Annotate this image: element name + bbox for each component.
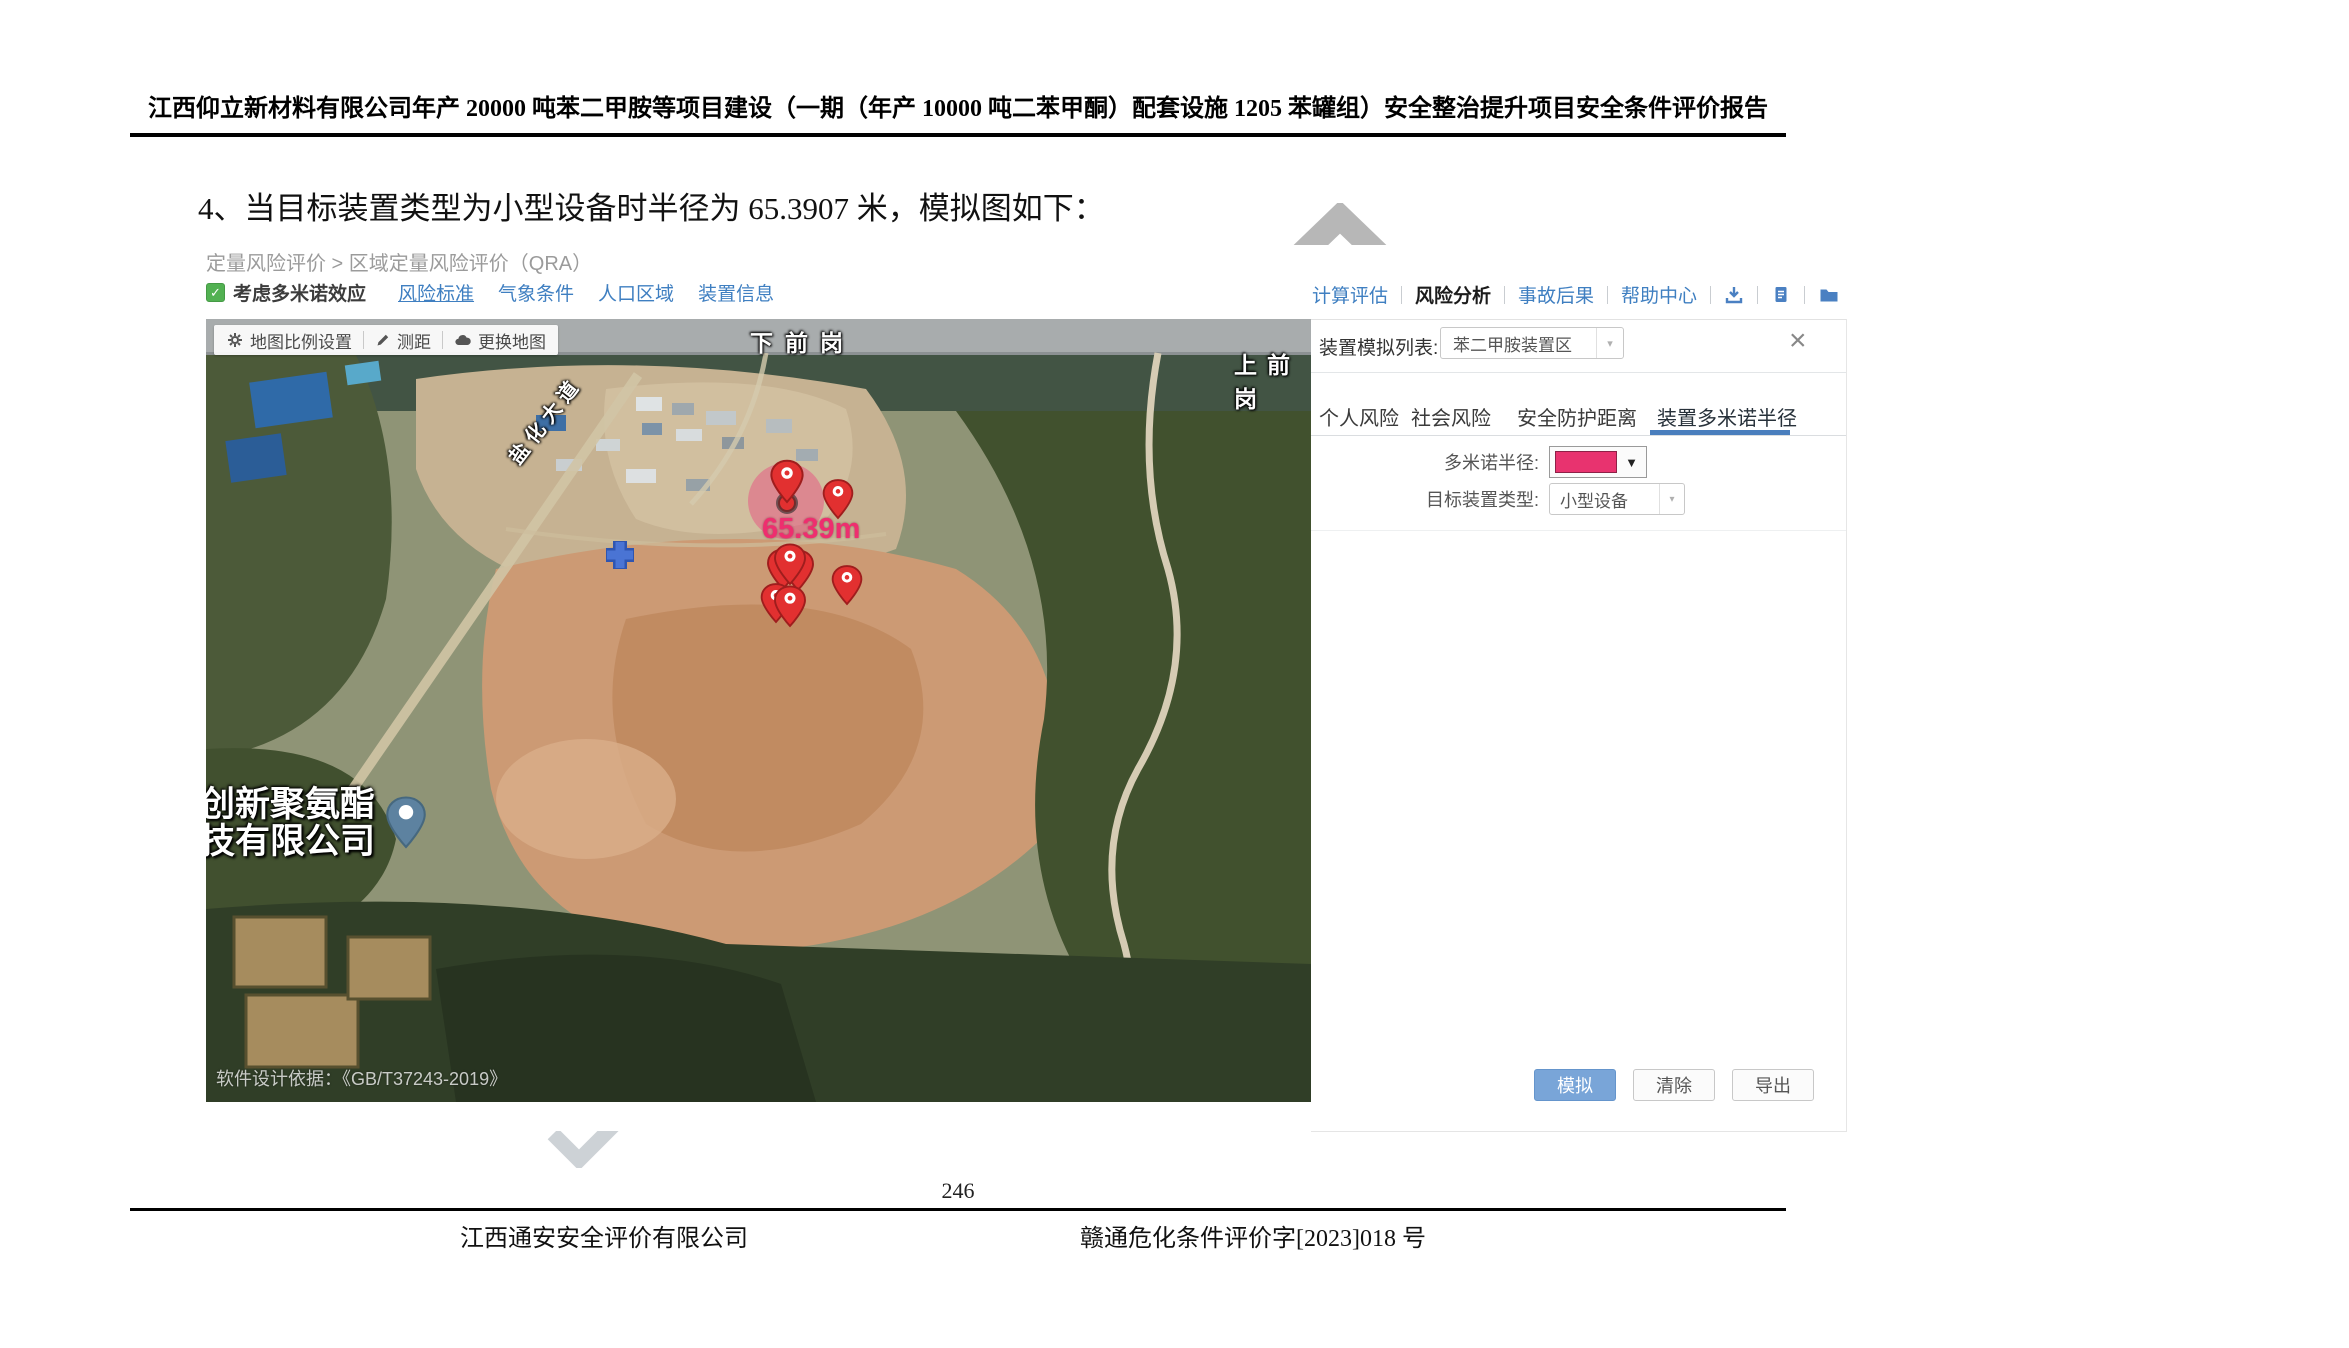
link-population[interactable]: 人口区域 — [598, 279, 674, 306]
domino-radius-value-label: 65.39m — [762, 513, 860, 546]
divider — [1311, 435, 1846, 436]
toolbar-risk-analysis[interactable]: 风险分析 — [1415, 281, 1491, 308]
link-weather[interactable]: 气象条件 — [498, 279, 574, 306]
satellite-imagery — [206, 319, 1311, 1102]
simulation-panel: 装置模拟列表: 苯二甲胺装置区 ▾ × 个人风险 社会风险 安全防护距离 装置多… — [1311, 319, 1847, 1132]
folder-icon[interactable] — [1818, 285, 1840, 305]
app-toolbar: 计算评估 风险分析 事故后果 帮助中心 — [1312, 281, 1840, 308]
clear-button[interactable]: 清除 — [1633, 1069, 1715, 1101]
tab-device-domino-radius[interactable]: 装置多米诺半径 — [1657, 402, 1797, 431]
target-type-select[interactable]: 小型设备 ▾ — [1549, 483, 1685, 515]
separator — [1504, 286, 1505, 304]
separator — [1757, 286, 1758, 304]
active-tab-indicator — [1650, 430, 1790, 435]
chevron-down-icon: ▼ — [1617, 455, 1646, 470]
report-page: 江西仰立新材料有限公司年产 20000 吨苯二甲胺等项目建设（一期（年产 100… — [0, 0, 2349, 1348]
domino-radius-row: 多米诺半径: ▼ — [1311, 446, 1647, 478]
report-header-title: 江西仰立新材料有限公司年产 20000 吨苯二甲胺等项目建设（一期（年产 100… — [130, 88, 1786, 137]
divider — [1311, 372, 1846, 373]
domino-effect-label: 考虑多米诺效应 — [233, 279, 366, 306]
tab-social-risk[interactable]: 社会风险 — [1411, 402, 1491, 431]
toolbar-calc-eval[interactable]: 计算评估 — [1312, 281, 1388, 308]
download-icon[interactable] — [1724, 285, 1744, 305]
link-device-info[interactable]: 装置信息 — [698, 279, 774, 306]
target-type-row: 目标装置类型: 小型设备 ▾ — [1311, 483, 1685, 515]
switch-map-button[interactable]: 更换地图 — [454, 328, 546, 353]
separator — [363, 331, 364, 349]
target-type-label: 目标装置类型: — [1311, 486, 1539, 512]
panel-button-row: 模拟 清除 导出 — [1534, 1069, 1814, 1101]
domino-radius-label: 多米诺半径: — [1311, 449, 1539, 475]
cloud-icon — [454, 333, 472, 347]
device-list-selected-value: 苯二甲胺装置区 — [1441, 331, 1596, 356]
options-row: ✓ 考虑多米诺效应 风险标准 气象条件 人口区域 装置信息 — [206, 279, 774, 306]
qra-app-screenshot: 定量风险评价 > 区域定量风险评价（QRA） ✓ 考虑多米诺效应 风险标准 气象… — [206, 245, 1846, 1131]
map-watermark: 软件设计依据：《GB/T37243-2019》 — [216, 1065, 507, 1091]
map-canvas[interactable]: 地图比例设置 测距 更换地图 下前岗 上前岗 盐化大道 创新聚氨酯 技有限公司 — [206, 319, 1311, 1102]
map-toolbar: 地图比例设置 测距 更换地图 — [214, 325, 558, 355]
domino-effect-checkbox[interactable]: ✓ — [206, 283, 225, 302]
footer-document-number: 赣通危化条件评价字[2023]018 号 — [1080, 1218, 1426, 1253]
divider — [1311, 530, 1846, 531]
simulate-button[interactable]: 模拟 — [1534, 1069, 1616, 1101]
chevron-down-icon[interactable]: ▾ — [1659, 484, 1684, 514]
separator — [1401, 286, 1402, 304]
tab-safety-distance[interactable]: 安全防护距离 — [1517, 402, 1637, 431]
separator — [1804, 286, 1805, 304]
pencil-icon — [375, 332, 391, 348]
toolbar-accident-consequence[interactable]: 事故后果 — [1518, 281, 1594, 308]
footer-company: 江西通安安全评价有限公司 — [460, 1218, 748, 1253]
separator — [1710, 286, 1711, 304]
chevron-down-icon[interactable]: ▾ — [1596, 328, 1623, 358]
document-icon[interactable] — [1771, 285, 1791, 305]
export-button[interactable]: 导出 — [1732, 1069, 1814, 1101]
separator — [1607, 286, 1608, 304]
toolbar-help-center[interactable]: 帮助中心 — [1621, 281, 1697, 308]
page-number: 246 — [130, 1178, 1786, 1204]
target-type-selected-value: 小型设备 — [1550, 487, 1659, 512]
breadcrumb: 定量风险评价 > 区域定量风险评价（QRA） — [206, 247, 592, 276]
pink-color-swatch — [1555, 451, 1617, 473]
radius-color-dropdown[interactable]: ▼ — [1549, 446, 1647, 478]
gear-icon — [226, 331, 244, 349]
company-label: 创新聚氨酯 技有限公司 — [206, 787, 375, 861]
body-paragraph: 4、当目标装置类型为小型设备时半径为 65.3907 米，模拟图如下： — [198, 183, 1105, 228]
map-scale-settings-button[interactable]: 地图比例设置 — [226, 328, 352, 353]
measure-distance-button[interactable]: 测距 — [375, 328, 431, 353]
link-risk-standard[interactable]: 风险标准 — [398, 279, 474, 306]
footer-rule — [130, 1208, 1786, 1211]
close-icon[interactable]: × — [1789, 326, 1807, 356]
place-label-shangqiangang: 上前岗 — [1234, 346, 1311, 414]
place-label-xiaqiangang: 下前岗 — [750, 324, 855, 358]
device-list-label: 装置模拟列表: — [1319, 333, 1438, 360]
separator — [442, 331, 443, 349]
config-links: 风险标准 气象条件 人口区域 装置信息 — [398, 279, 774, 306]
tab-personal-risk[interactable]: 个人风险 — [1319, 402, 1399, 431]
device-list-select[interactable]: 苯二甲胺装置区 ▾ — [1440, 327, 1624, 359]
